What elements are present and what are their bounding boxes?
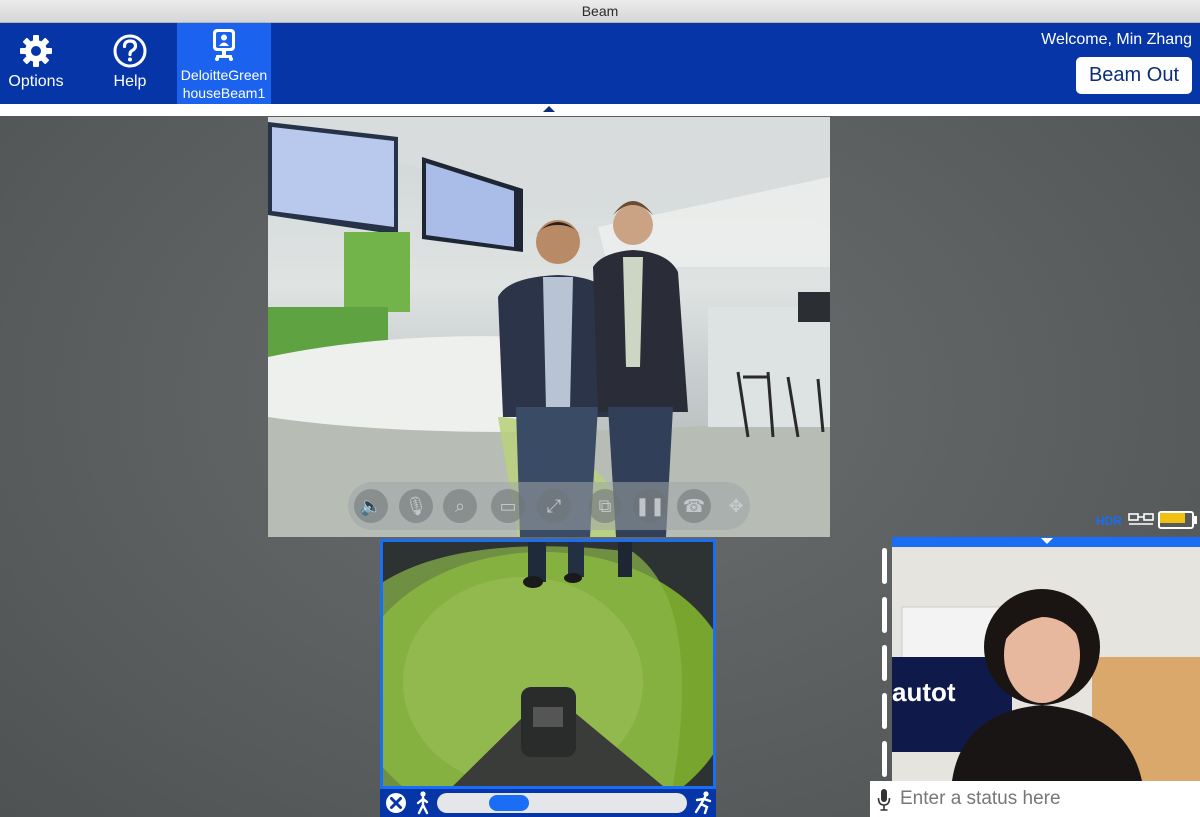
close-drive-icon[interactable] bbox=[385, 792, 407, 814]
beam-out-button[interactable]: Beam Out bbox=[1076, 57, 1192, 94]
run-fast-icon[interactable] bbox=[692, 791, 714, 815]
presentation-icon[interactable]: ▭ bbox=[491, 489, 525, 523]
volume-level-segment bbox=[882, 645, 887, 681]
collapse-toolbar-caret-icon[interactable] bbox=[543, 106, 555, 112]
microphone-icon[interactable] bbox=[877, 788, 891, 812]
zoom-icon[interactable]: ⌕ bbox=[443, 489, 477, 523]
options-label: Options bbox=[8, 73, 64, 90]
welcome-text: Welcome, Min Zhang bbox=[1041, 31, 1192, 48]
toolbar-collapse-strip[interactable] bbox=[0, 104, 1200, 116]
gear-icon bbox=[20, 35, 52, 67]
move-icon[interactable]: ✥ bbox=[719, 489, 753, 523]
navigation-video-feed[interactable] bbox=[380, 539, 716, 789]
main-video-scene bbox=[268, 117, 830, 537]
picture-in-picture-icon[interactable]: ⧉ bbox=[588, 489, 622, 523]
network-icon bbox=[1128, 513, 1154, 525]
walk-slow-icon[interactable] bbox=[414, 791, 432, 815]
robot-name-label: DeloitteGreen houseBeam1 bbox=[177, 66, 271, 102]
help-button[interactable]: Help bbox=[94, 23, 166, 104]
pause-icon[interactable]: ❚❚ bbox=[633, 489, 667, 523]
volume-level-segment bbox=[882, 741, 887, 777]
self-view-video[interactable]: autot bbox=[892, 537, 1200, 781]
speaker-icon[interactable]: 🔈 bbox=[354, 489, 388, 523]
volume-level-segment bbox=[882, 597, 887, 633]
main-video-feed[interactable] bbox=[268, 117, 830, 537]
self-view-scene bbox=[892, 537, 1200, 781]
robot-name-line1: DeloitteGreen bbox=[180, 67, 268, 83]
navigation-video-scene bbox=[383, 542, 713, 786]
hdr-indicator: HDR bbox=[1096, 514, 1122, 528]
beam-robot-icon bbox=[213, 29, 235, 61]
robot-tab-deloittegreenhousebeam1[interactable]: DeloitteGreen houseBeam1 bbox=[177, 23, 271, 104]
fit-screen-icon[interactable]: ⤢ bbox=[537, 489, 571, 523]
status-input[interactable] bbox=[900, 786, 1196, 812]
help-icon bbox=[113, 34, 147, 68]
window-title: Beam bbox=[0, 0, 1200, 23]
options-button[interactable]: Options bbox=[0, 23, 72, 104]
speed-slider-track[interactable] bbox=[437, 793, 687, 813]
volume-level-segment bbox=[882, 693, 887, 729]
hang-up-icon[interactable]: ☎ bbox=[677, 489, 711, 523]
battery-level bbox=[1160, 513, 1185, 523]
speed-slider-handle[interactable] bbox=[489, 795, 529, 811]
robot-name-line2: houseBeam1 bbox=[182, 85, 266, 101]
background-screen-text: autot bbox=[892, 677, 956, 707]
microphone-icon[interactable]: 🎙 bbox=[399, 489, 433, 523]
self-view-collapse-caret-icon[interactable] bbox=[1041, 538, 1053, 544]
help-label: Help bbox=[113, 73, 147, 90]
volume-level-segment bbox=[882, 548, 887, 584]
battery-tip bbox=[1194, 516, 1197, 524]
toolbar: Options Help DeloitteGreen houseBeam1 We… bbox=[0, 23, 1200, 104]
